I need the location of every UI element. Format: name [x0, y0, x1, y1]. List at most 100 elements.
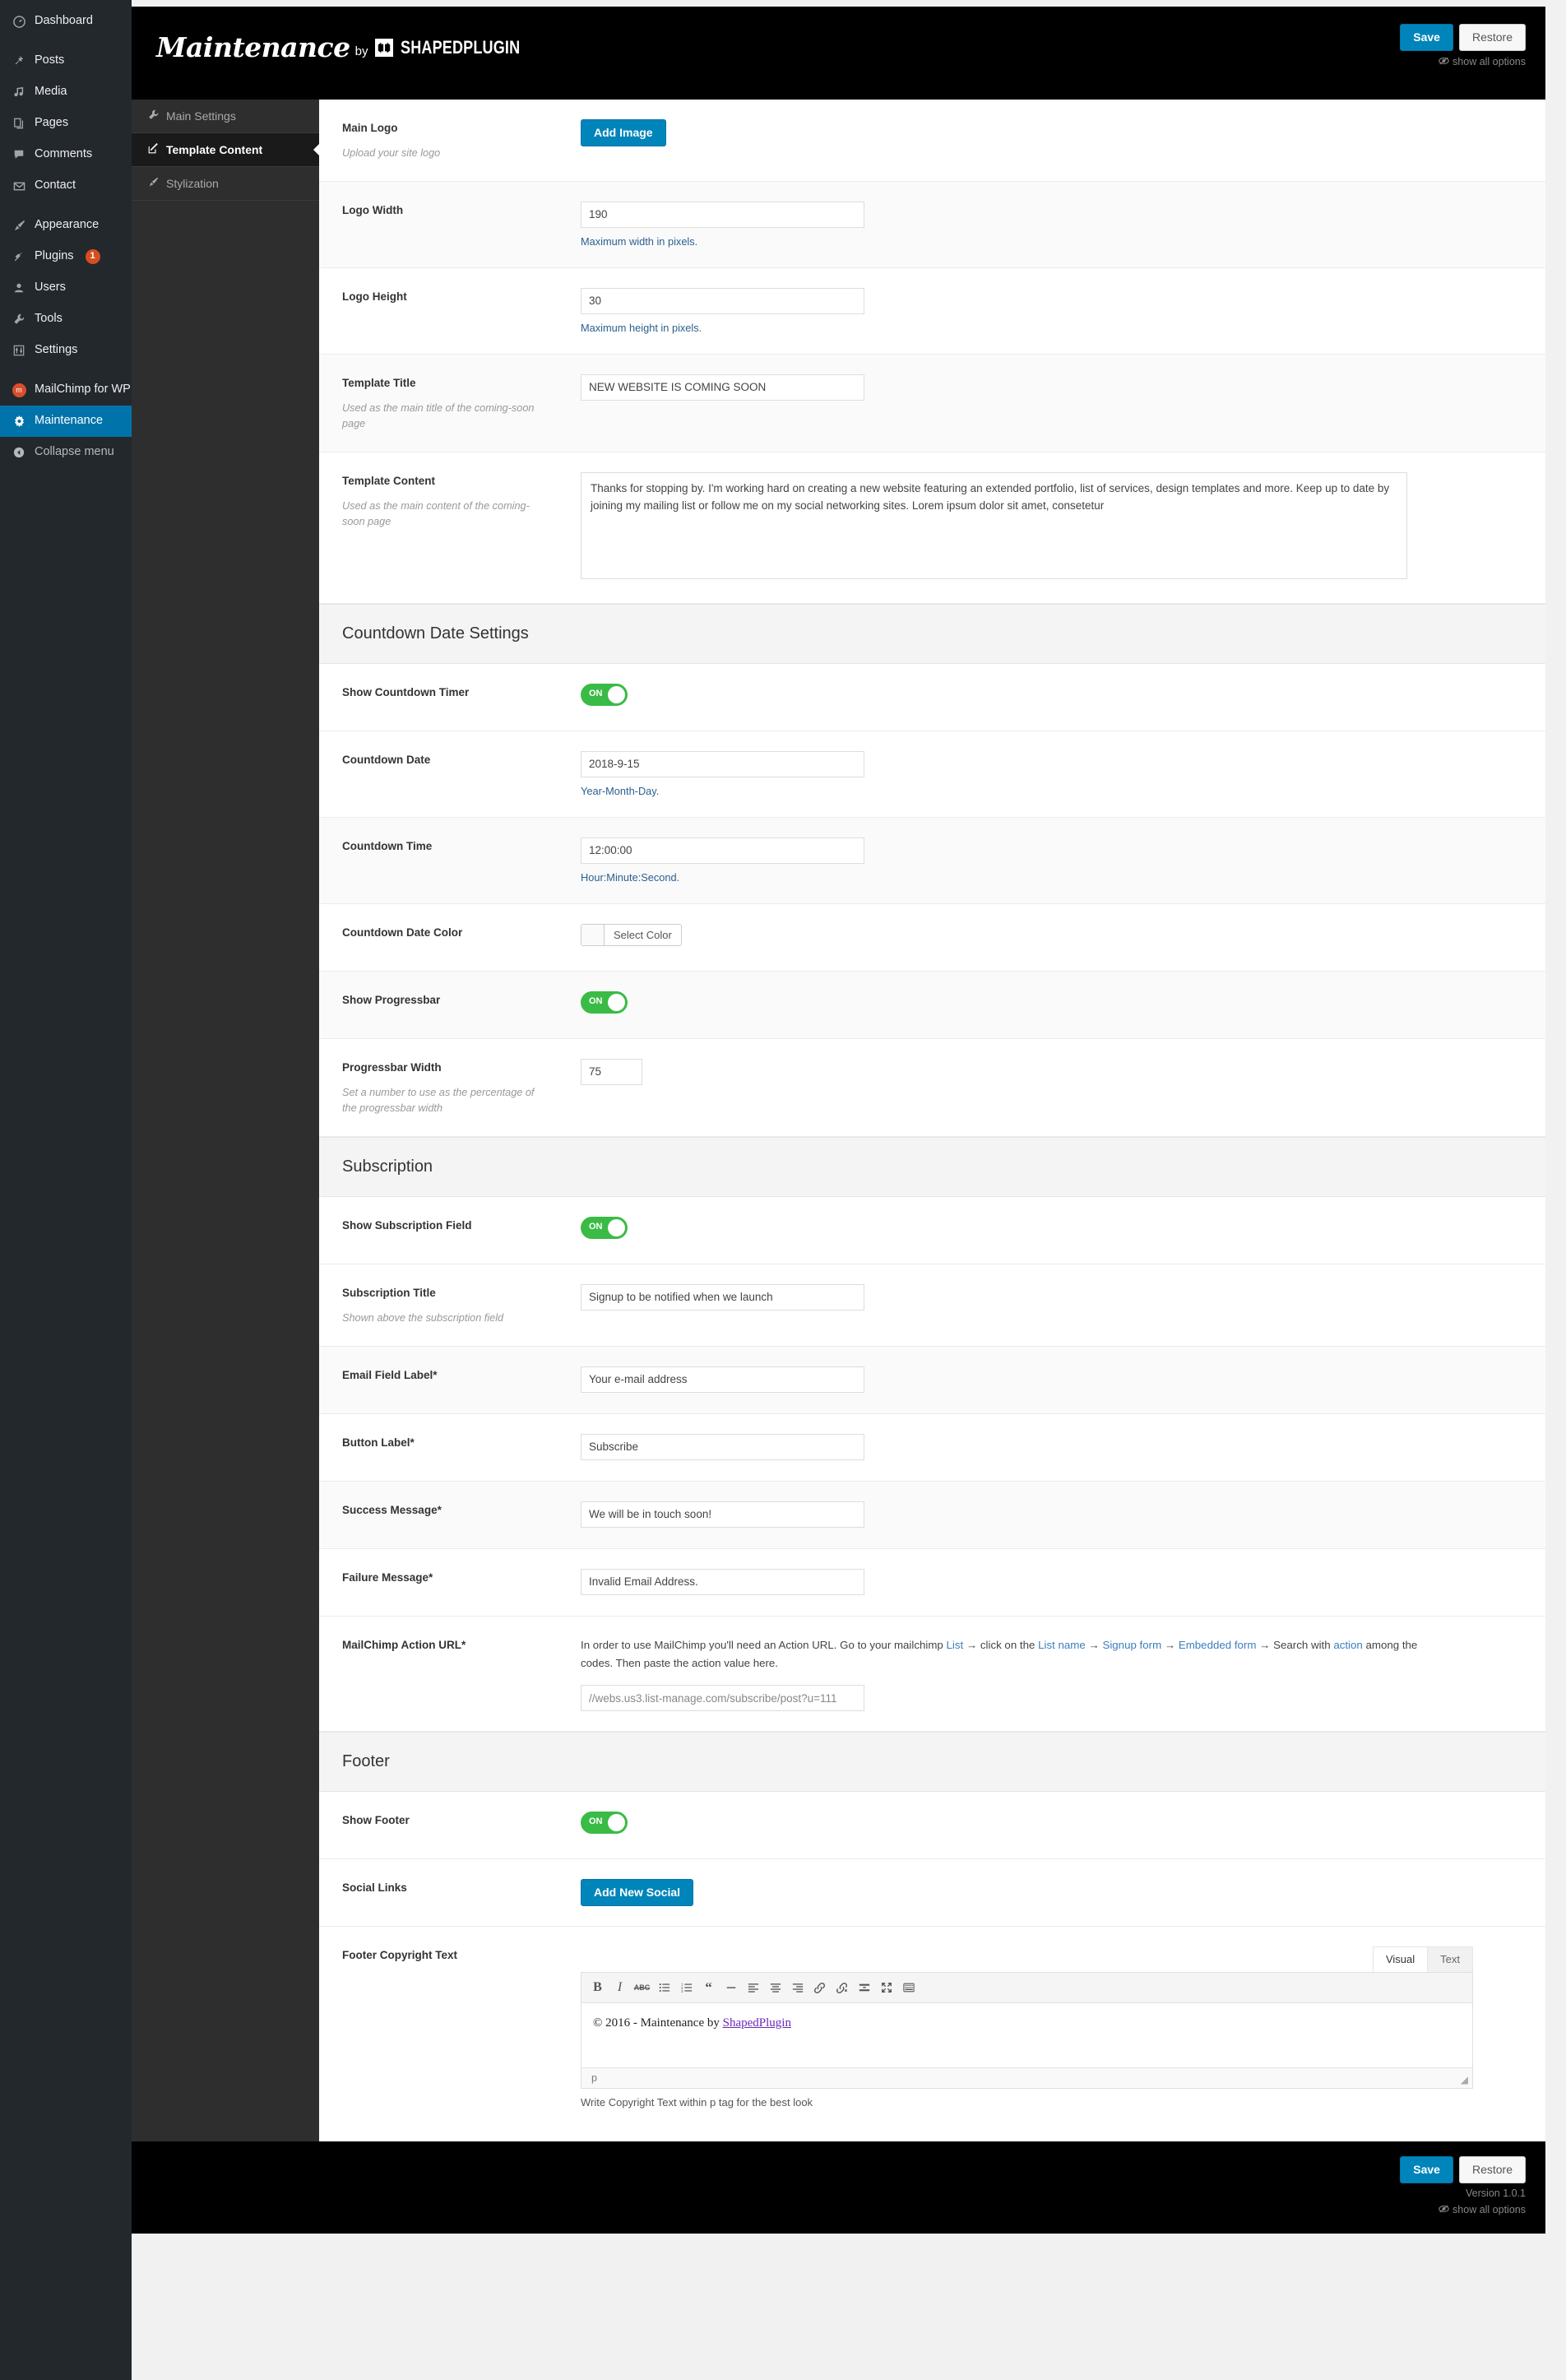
template-title-input[interactable] [581, 373, 864, 401]
show-all-options-label-top: show all options [1452, 55, 1526, 67]
countdown-date-color-picker[interactable]: Select Color [581, 923, 682, 946]
sidebar-item-contact[interactable]: Contact [0, 170, 132, 202]
tab-text[interactable]: Text [1427, 1946, 1473, 1973]
field-main-logo: Main Logo Upload your site logo Add Imag… [319, 100, 1545, 182]
sidebar-item-tools[interactable]: Tools [0, 304, 132, 335]
read-more-icon[interactable] [853, 1977, 875, 1998]
editor-box: B I ABC 123 “ © 2016 - Maintenance by Sh… [581, 1972, 1473, 2090]
align-left-icon[interactable] [742, 1977, 764, 1998]
show-countdown-timer-toggle[interactable]: ON [581, 683, 628, 706]
align-center-icon[interactable] [764, 1977, 786, 1998]
subscription-title-input[interactable] [581, 1283, 864, 1311]
sidebar-item-maintenance[interactable]: Maintenance [0, 406, 138, 437]
sidebar-item-appearance[interactable]: Appearance [0, 210, 132, 241]
logo-width-input[interactable] [581, 201, 864, 228]
restore-button-bottom[interactable]: Restore [1458, 2156, 1526, 2183]
align-right-icon[interactable] [786, 1977, 808, 1998]
field-label: Show Footer [342, 1814, 410, 1827]
sidebar-item-posts[interactable]: Posts [0, 45, 132, 77]
save-button-top[interactable]: Save [1400, 24, 1453, 51]
insert-link-icon[interactable] [808, 1977, 831, 1998]
field-label: MailChimp Action URL* [342, 1638, 466, 1651]
show-all-options-label-bottom: show all options [1452, 2203, 1526, 2215]
add-new-social-button[interactable]: Add New Social [581, 1879, 694, 1906]
admin-page: Dashboard Posts Media Pages Comments Con… [0, 0, 1566, 2380]
show-all-options-top[interactable]: show all options [1400, 56, 1526, 67]
save-button-bottom[interactable]: Save [1400, 2156, 1453, 2183]
link-action[interactable]: action [1333, 1639, 1362, 1651]
unlink-icon[interactable] [831, 1977, 853, 1998]
tab-main-settings[interactable]: Main Settings [132, 100, 319, 133]
section-heading-countdown: Countdown Date Settings [319, 603, 1545, 664]
tab-label: Stylization [166, 177, 219, 190]
show-footer-toggle[interactable]: ON [581, 1812, 628, 1835]
blockquote-icon[interactable]: “ [697, 1977, 720, 1998]
show-all-options-bottom[interactable]: show all options [151, 2204, 1526, 2215]
email-field-label-input[interactable] [581, 1366, 864, 1393]
field-label: Show Progressbar [342, 993, 441, 1006]
sidebar-item-dashboard[interactable]: Dashboard [0, 6, 132, 37]
sidebar-item-mailchimp-for-wp[interactable]: m MailChimp for WP [0, 374, 132, 406]
add-image-button[interactable]: Add Image [581, 119, 666, 146]
field-success-message: Success Message* [319, 1481, 1545, 1549]
toolbar-toggle-icon[interactable] [897, 1977, 920, 1998]
mailchimp-action-url-input[interactable] [581, 1685, 864, 1712]
shapedplugin-link[interactable]: ShapedPlugin [723, 2016, 791, 2030]
logo-height-input[interactable] [581, 287, 864, 314]
bold-icon[interactable]: B [586, 1977, 609, 1998]
editor-content-area[interactable]: © 2016 - Maintenance by ShapedPlugin [581, 2003, 1472, 2067]
sidebar-item-label: Appearance [35, 218, 100, 232]
field-show-progressbar: Show Progressbar ON [319, 971, 1545, 1039]
field-label: Template Content [342, 474, 436, 487]
eye-slash-icon [1439, 56, 1449, 67]
sidebar-item-collapse-menu[interactable]: Collapse menu [0, 437, 132, 468]
numbered-list-icon[interactable]: 123 [675, 1977, 697, 1998]
show-subscription-field-toggle[interactable]: ON [581, 1216, 628, 1239]
show-progressbar-toggle[interactable]: ON [581, 991, 628, 1014]
field-mailchimp-action-url: MailChimp Action URL* In order to use Ma… [319, 1617, 1545, 1733]
success-message-input[interactable] [581, 1501, 864, 1528]
pin-icon [11, 53, 27, 69]
restore-button-top[interactable]: Restore [1458, 24, 1526, 51]
link-list[interactable]: List [947, 1639, 964, 1651]
link-signup-form[interactable]: Signup form [1102, 1639, 1161, 1651]
bullet-list-icon[interactable] [653, 1977, 675, 1998]
panel-footer: Save Restore Version 1.0.1 show all opti… [132, 2141, 1545, 2234]
field-label: Countdown Time [342, 839, 433, 852]
field-label: Show Subscription Field [342, 1218, 472, 1232]
field-label: Failure Message* [342, 1570, 433, 1584]
resize-grip-icon[interactable]: ◢ [1461, 2074, 1468, 2085]
field-email-field-label: Email Field Label* [319, 1346, 1545, 1414]
tab-visual[interactable]: Visual [1372, 1946, 1429, 1973]
tab-template-content[interactable]: Template Content [132, 133, 319, 167]
countdown-time-input[interactable] [581, 837, 864, 864]
sidebar-item-users[interactable]: Users [0, 272, 132, 304]
brush-icon [11, 217, 27, 234]
horizontal-rule-icon[interactable] [720, 1977, 742, 1998]
sidebar-item-label: Comments [35, 147, 93, 161]
tab-stylization[interactable]: Stylization [132, 167, 319, 201]
sidebar-item-media[interactable]: Media [0, 77, 132, 108]
sidebar-item-pages[interactable]: Pages [0, 108, 132, 139]
failure-message-input[interactable] [581, 1568, 864, 1595]
sidebar-item-settings[interactable]: Settings [0, 335, 132, 366]
brand-logo: Maintenance by SHAPEDPLUGIN [132, 7, 547, 63]
field-countdown-date: Countdown Date Year-Month-Day. [319, 731, 1545, 818]
button-label-input[interactable] [581, 1433, 864, 1460]
strikethrough-icon[interactable]: ABC [631, 1977, 653, 1998]
link-embedded-form[interactable]: Embedded form [1179, 1639, 1257, 1651]
sidebar-item-plugins[interactable]: Plugins 1 [0, 241, 132, 272]
link-list-name[interactable]: List name [1038, 1639, 1086, 1651]
fullscreen-icon[interactable] [875, 1977, 897, 1998]
sidebar-item-comments[interactable]: Comments [0, 139, 132, 170]
field-show-footer: Show Footer ON [319, 1792, 1545, 1860]
field-label: Subscription Title [342, 1286, 436, 1299]
field-label: Button Label* [342, 1436, 415, 1449]
italic-icon[interactable]: I [609, 1977, 631, 1998]
progressbar-width-input[interactable] [581, 1058, 642, 1085]
sidebar-item-label: Tools [35, 312, 63, 326]
gear-icon [11, 413, 27, 429]
template-content-textarea[interactable]: Thanks for stopping by. I'm working hard… [581, 471, 1407, 579]
countdown-date-input[interactable] [581, 750, 864, 777]
field-countdown-time: Countdown Time Hour:Minute:Second. [319, 817, 1545, 904]
